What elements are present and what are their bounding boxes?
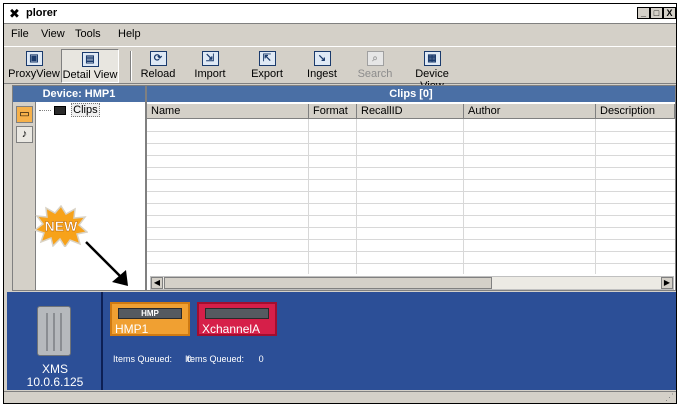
device-name: XchannelA [202, 322, 261, 336]
proxyview-icon: ▣ [25, 51, 43, 66]
close-button[interactable]: X [663, 7, 676, 19]
clips-panel: Clips [0] Name Format RecallID Author De… [146, 85, 676, 291]
device-media-sidebar: ▭ ♪ [13, 102, 36, 290]
scroll-right-icon[interactable]: ▶ [661, 277, 673, 289]
grid-line [147, 179, 675, 180]
search-button[interactable]: ⌕ Search [355, 49, 395, 83]
server-icon [37, 306, 71, 356]
explorer-window: ✖ plorer _ □ X File View Tools Help ▣ Pr… [3, 3, 677, 404]
grid-line [147, 131, 675, 132]
badge-text: NEW [45, 218, 78, 234]
export-icon: ⇱ [258, 51, 276, 66]
rack-unit-icon: HMP [118, 308, 182, 319]
film-icon[interactable]: ▭ [16, 106, 33, 123]
tree-item-label: Clips [71, 103, 100, 117]
scroll-thumb[interactable] [164, 277, 492, 289]
arrow-shaft [85, 241, 123, 279]
grid-line [147, 251, 675, 252]
server-stripe [60, 313, 62, 351]
device-hmp1[interactable]: HMP HMP1 [110, 302, 190, 336]
grid-line [147, 143, 675, 144]
device-xchannela[interactable]: XchannelA [197, 302, 277, 336]
xms-ip: 10.0.6.125 [26, 375, 84, 389]
import-icon: ⇲ [201, 51, 219, 66]
clips-panel-title: Clips [0] [147, 86, 675, 102]
maximize-button[interactable]: □ [650, 7, 663, 19]
reload-icon: ⟳ [149, 51, 167, 66]
import-label: Import [194, 68, 226, 80]
queue-status-hmp1: Items Queued: 0 [113, 354, 192, 364]
server-stripe [53, 313, 55, 351]
device-panel-title: Device: HMP1 [13, 86, 145, 102]
column-header-format[interactable]: Format [309, 104, 357, 119]
ingest-icon: ↘ [313, 51, 331, 66]
proxyview-button[interactable]: ▣ ProxyView [8, 49, 60, 83]
menu-view[interactable]: View [41, 28, 65, 40]
deviceview-button[interactable]: ▦ Device View [403, 49, 461, 92]
resize-grip-icon[interactable]: ⋰ [665, 392, 674, 403]
toolbar-separator [130, 51, 132, 81]
menu-file[interactable]: File [11, 28, 29, 40]
proxyview-label: ProxyView [8, 68, 60, 80]
export-label: Export [251, 68, 283, 80]
tree-item-clips[interactable]: Clips [39, 103, 100, 117]
arrow-head [112, 270, 128, 286]
queue-status-xchannela: Items Queued: 0 [185, 354, 264, 364]
ingest-button[interactable]: ↘ Ingest [304, 49, 340, 83]
column-header-recallid[interactable]: RecallID [357, 104, 464, 119]
music-note-icon[interactable]: ♪ [16, 126, 33, 143]
menu-bar: File View Tools Help [4, 24, 676, 44]
pointer-arrow [85, 241, 128, 286]
server-stripe [46, 313, 48, 351]
detailview-icon: ▤ [81, 52, 99, 67]
import-button[interactable]: ⇲ Import [190, 49, 230, 83]
clips-table[interactable]: Name Format RecallID Author Description [147, 104, 675, 274]
toolbar: ▣ ProxyView ▤ Detail View ⟳ Reload ⇲ Imp… [4, 46, 676, 92]
status-bar: ⋰ [4, 391, 676, 403]
grid-line [147, 203, 675, 204]
queue-label: Items Queued: [185, 354, 245, 364]
column-header-author[interactable]: Author [464, 104, 596, 119]
queue-count: 0 [258, 354, 264, 364]
tree-connector [39, 109, 51, 111]
device-name: HMP1 [115, 322, 149, 336]
horizontal-scrollbar[interactable]: ◀ ▶ [150, 276, 674, 290]
deviceview-icon: ▦ [423, 51, 441, 66]
grid-line [147, 239, 675, 240]
xms-name: XMS [41, 362, 68, 376]
film-strip-icon [54, 105, 67, 115]
rack-unit-icon [205, 308, 269, 319]
reload-button[interactable]: ⟳ Reload [136, 49, 180, 83]
reload-label: Reload [140, 68, 176, 80]
menu-help[interactable]: Help [118, 28, 141, 40]
detailview-label: Detail View [62, 69, 118, 81]
export-button[interactable]: ⇱ Export [247, 49, 287, 83]
search-label: Search [357, 68, 393, 80]
x-logo-icon: ✖ [9, 6, 20, 21]
menu-tools[interactable]: Tools [75, 28, 101, 40]
grid-line [147, 215, 675, 216]
scroll-left-icon[interactable]: ◀ [151, 277, 163, 289]
minimize-button[interactable]: _ [637, 7, 650, 19]
grid-line [147, 227, 675, 228]
queue-label: Items Queued: [113, 354, 173, 364]
grid-line [147, 155, 675, 156]
device-strip: XMS 10.0.6.125 HMP HMP1 XchannelA Items … [7, 292, 676, 390]
title-bar[interactable]: ✖ plorer _ □ X [4, 4, 676, 24]
column-header-description[interactable]: Description [596, 104, 675, 119]
xms-server-box[interactable]: XMS 10.0.6.125 [7, 292, 103, 390]
detailview-button[interactable]: ▤ Detail View [61, 49, 119, 83]
window-title: plorer [26, 7, 58, 19]
ingest-label: Ingest [307, 68, 337, 80]
column-header-name[interactable]: Name [147, 104, 309, 119]
grid-line [147, 191, 675, 192]
grid-line [147, 167, 675, 168]
search-icon: ⌕ [366, 51, 384, 66]
grid-line [147, 263, 675, 264]
new-badge: NEW [34, 205, 88, 247]
